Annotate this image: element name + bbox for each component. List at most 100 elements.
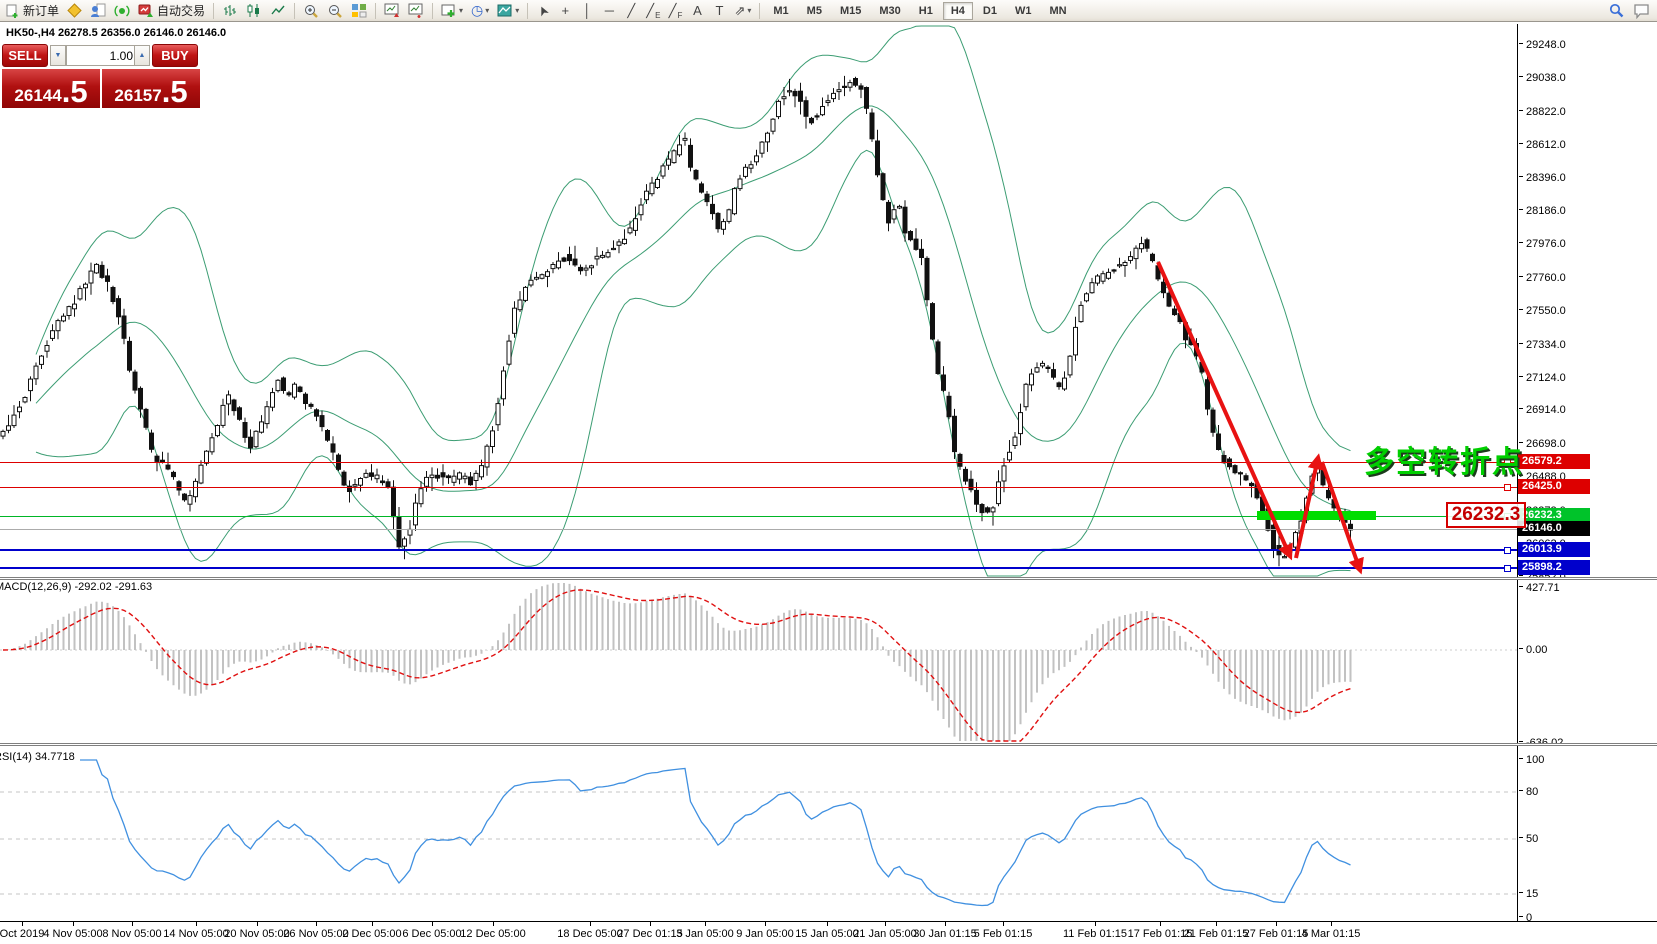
add-indicator-icon <box>441 3 457 18</box>
shapes-icon: ⇗ <box>734 4 745 18</box>
text-button[interactable]: A <box>686 1 708 21</box>
timeframe-M1-button[interactable]: M1 <box>765 2 796 20</box>
time-axis-label: 26 Nov 05:00 <box>283 928 348 940</box>
time-axis-label: Oct 2019 <box>0 928 44 940</box>
horizontal-line-button[interactable]: ─ <box>598 1 620 21</box>
line-chart-icon <box>270 3 286 18</box>
profile-icon <box>90 3 106 18</box>
drawing-tools-group: ➤+│─╱╱E╱FAT⇗▾ <box>532 1 755 21</box>
axis-label: 0 <box>1519 911 1532 925</box>
profile-button[interactable] <box>86 1 110 21</box>
zoom-in-button[interactable] <box>299 1 323 21</box>
search-button[interactable] <box>1604 1 1629 21</box>
timeframe-MN-button[interactable]: MN <box>1041 2 1074 20</box>
price-callout-label: 26232.3 <box>1446 502 1526 528</box>
timeframe-H4-button[interactable]: H4 <box>943 2 973 20</box>
trend-arrow <box>1296 458 1318 558</box>
fibonacci-button[interactable]: ╱F <box>664 1 686 21</box>
signals-button[interactable] <box>110 1 134 21</box>
buy-price-int: 26157 <box>114 86 161 106</box>
auto-arrange-button[interactable] <box>380 1 404 21</box>
vertical-line-icon: │ <box>583 4 591 18</box>
timeframe-M5-button[interactable]: M5 <box>799 2 830 20</box>
tile-windows-button[interactable] <box>347 1 371 21</box>
equidistant-channel-button[interactable]: ╱E <box>642 1 664 21</box>
crosshair-button[interactable]: + <box>554 1 576 21</box>
macd-panel-sash[interactable] <box>0 577 1657 580</box>
volume-increase-button[interactable]: ▲ <box>134 45 150 66</box>
volume-decrease-button[interactable]: ▼ <box>50 45 66 66</box>
time-axis-label: 21 Jan 05:00 <box>853 928 917 940</box>
axis-label: 27550.0 <box>1519 304 1566 318</box>
gem-button[interactable] <box>63 1 86 21</box>
timeframe-M30-button[interactable]: M30 <box>871 2 908 20</box>
clock-icon: ◷ <box>471 2 483 19</box>
toolbar-separator <box>432 3 433 19</box>
axis-label: 27334.0 <box>1519 338 1566 352</box>
axis-label: 26914.0 <box>1519 403 1566 417</box>
new-order-button[interactable]: 新订单 <box>2 1 63 21</box>
autotrade-icon <box>138 3 154 18</box>
axis-label: 27976.0 <box>1519 237 1566 251</box>
toolbar-separator <box>759 3 760 19</box>
trendline-button[interactable]: ╱ <box>620 1 642 21</box>
candlestick-chart-button[interactable] <box>242 1 266 21</box>
add-indicator-button[interactable]: ▾ <box>437 1 467 21</box>
fibonacci-icon: ╱ <box>669 4 677 18</box>
sell-price-display[interactable]: 26144.5 <box>2 69 100 108</box>
axis-label: 80 <box>1519 785 1538 799</box>
buy-button[interactable]: BUY <box>152 44 198 67</box>
chat-icon <box>1633 3 1651 19</box>
rsi-label: RSI(14) 34.7718 <box>0 751 75 763</box>
timeframe-H1-button[interactable]: H1 <box>911 2 941 20</box>
new-order-icon <box>6 4 20 18</box>
axis-label: 27124.0 <box>1519 371 1566 385</box>
time-axis-label: 8 Nov 05:00 <box>102 928 161 940</box>
sell-price-frac: .5 <box>62 78 88 106</box>
timeframe-D1-button[interactable]: D1 <box>975 2 1005 20</box>
scale-fix-button[interactable] <box>404 1 428 21</box>
autotrade-button[interactable]: 自动交易 <box>134 1 209 21</box>
axis-label: 15 <box>1519 887 1538 901</box>
vertical-line-button[interactable]: │ <box>576 1 598 21</box>
line-chart-button[interactable] <box>266 1 290 21</box>
time-axis-label: 21 Feb 01:15 <box>1184 928 1249 940</box>
chart-template-icon <box>497 3 513 18</box>
sell-button[interactable]: SELL <box>2 44 48 67</box>
bar-chart-icon <box>222 3 238 18</box>
timeframe-M15-button[interactable]: M15 <box>832 2 869 20</box>
timeframe-W1-button[interactable]: W1 <box>1007 2 1040 20</box>
buy-price-frac: .5 <box>162 78 188 106</box>
buy-price-display[interactable]: 26157.5 <box>102 69 200 108</box>
time-axis-label: 14 Nov 05:00 <box>163 928 228 940</box>
price-tag: 26013.9 <box>1518 542 1590 557</box>
axis-label: 29038.0 <box>1519 71 1566 85</box>
volume-input[interactable] <box>66 45 140 66</box>
macd-chart-surface[interactable] <box>0 580 1517 744</box>
time-axis-label: 2 Dec 05:00 <box>342 928 401 940</box>
chart-template-button[interactable]: ▾ <box>493 1 523 21</box>
cursor-button[interactable]: ➤ <box>532 1 554 21</box>
scale-fix-icon <box>408 3 424 18</box>
time-axis-label: 5 Feb 01:15 <box>974 928 1033 940</box>
rsi-chart-surface[interactable] <box>0 746 1517 921</box>
candlestick-chart-icon <box>246 3 262 18</box>
axis-label: 28822.0 <box>1519 105 1566 119</box>
shapes-button[interactable]: ⇗▾ <box>730 1 755 21</box>
toolbar-separator <box>375 3 376 19</box>
chevron-down-icon: ▾ <box>485 6 489 15</box>
chevron-down-icon: ▾ <box>459 6 463 15</box>
triangle-down-icon: ▼ <box>55 52 62 59</box>
price-tag: 26146.0 <box>1518 521 1590 536</box>
zoom-out-button[interactable] <box>323 1 347 21</box>
rsi-panel-sash[interactable] <box>0 743 1657 746</box>
axis-label: 100 <box>1519 753 1544 767</box>
period-clock-button[interactable]: ◷ ▾ <box>467 1 493 21</box>
trend-arrow <box>1158 262 1290 556</box>
time-axis-label: 3 Jan 05:00 <box>676 928 734 940</box>
axis-label: 28396.0 <box>1519 171 1566 185</box>
bar-chart-button[interactable] <box>218 1 242 21</box>
text-label-button[interactable]: T <box>708 1 730 21</box>
chat-button[interactable] <box>1629 1 1655 21</box>
toolbar-separator <box>213 3 214 19</box>
